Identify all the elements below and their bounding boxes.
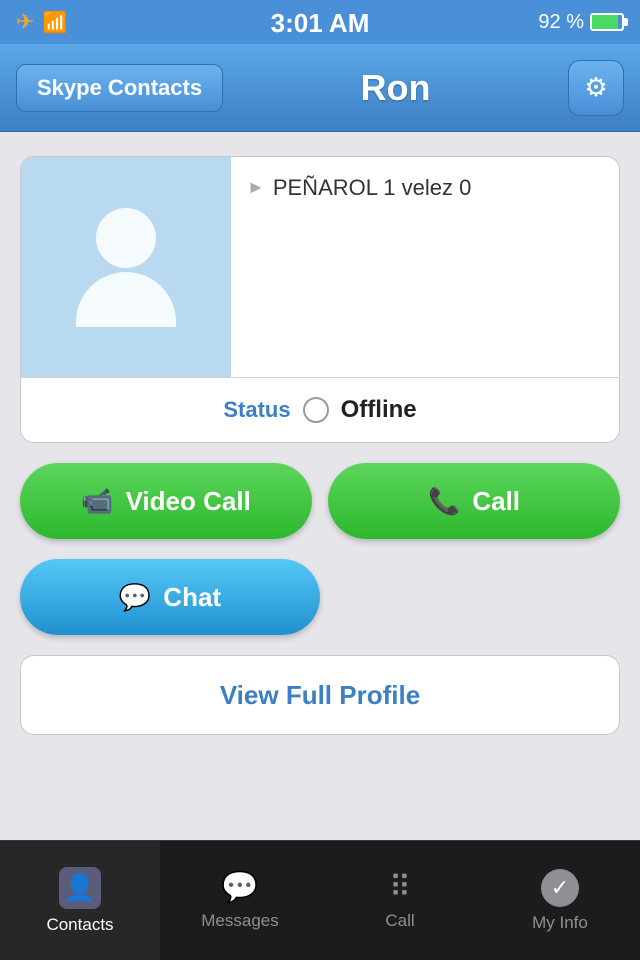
battery-percentage: 92 % [538,11,584,34]
status-bar-time: 3:01 AM [271,8,370,39]
chat-icon: 💬 [119,582,151,613]
video-camera-icon: 📹 [81,486,113,517]
tab-contacts-label: Contacts [46,915,113,935]
expand-arrow-icon: ► [247,177,265,198]
action-buttons-row: 📹 Video Call 📞 Call [20,463,620,539]
status-label: Status [223,397,290,423]
chat-label: Chat [163,582,221,613]
battery-icon [590,13,624,31]
phone-icon: 📞 [428,486,460,517]
call-tab-icon: ⠿ [389,870,411,905]
status-bar: ✈ 📶 3:01 AM 92 % [0,0,640,44]
tab-call-label: Call [385,911,414,931]
status-indicator-icon [303,397,329,423]
avatar-section [21,157,231,377]
nav-title: Ron [361,67,431,109]
messages-icon: 💬 [221,870,258,905]
tab-messages-label: Messages [201,911,278,931]
back-button[interactable]: Skype Contacts [16,64,223,112]
nav-bar: Skype Contacts Ron ⚙ [0,44,640,132]
airplane-icon: ✈ [16,9,34,35]
contacts-icon: 👤 [59,867,101,909]
status-value: Offline [341,396,417,424]
profile-status-row: Status Offline [21,378,619,442]
status-message-section: ► PEÑAROL 1 velez 0 [231,157,619,377]
tab-my-info[interactable]: ✓ My Info [480,841,640,960]
call-label: Call [472,486,520,517]
tab-call[interactable]: ⠿ Call [320,841,480,960]
video-call-label: Video Call [126,486,251,517]
view-profile-label: View Full Profile [220,680,420,711]
my-info-icon: ✓ [541,869,579,907]
tab-contacts[interactable]: 👤 Contacts [0,841,160,960]
wifi-icon: 📶 [42,10,67,35]
call-button[interactable]: 📞 Call [328,463,620,539]
main-content: ► PEÑAROL 1 velez 0 Status Offline 📹 Vid… [0,132,640,759]
tab-messages[interactable]: 💬 Messages [160,841,320,960]
chat-button-row: 💬 Chat [20,559,620,635]
gear-icon: ⚙ [584,72,607,103]
settings-button[interactable]: ⚙ [568,60,624,116]
video-call-button[interactable]: 📹 Video Call [20,463,312,539]
tab-my-info-label: My Info [532,913,588,933]
avatar [76,208,176,327]
chat-button[interactable]: 💬 Chat [20,559,320,635]
profile-top: ► PEÑAROL 1 velez 0 [21,157,619,377]
tab-bar: 👤 Contacts 💬 Messages ⠿ Call ✓ My Info [0,840,640,960]
view-full-profile-button[interactable]: View Full Profile [20,655,620,735]
avatar-body [76,272,176,327]
profile-card: ► PEÑAROL 1 velez 0 Status Offline [20,156,620,443]
avatar-head [96,208,156,268]
status-message: PEÑAROL 1 velez 0 [273,173,472,204]
